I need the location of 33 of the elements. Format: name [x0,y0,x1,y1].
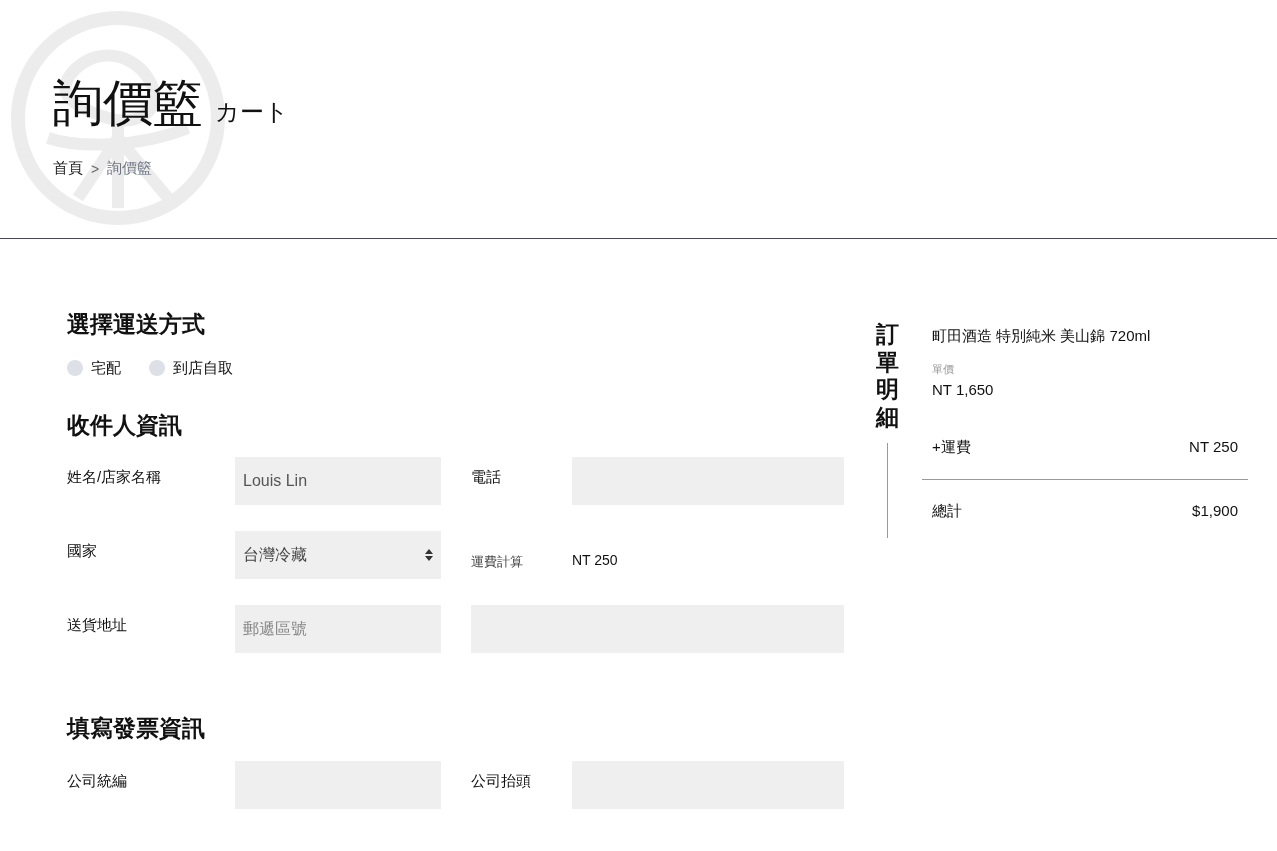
breadcrumb-separator: > [91,160,100,177]
breadcrumb-link[interactable]: 首頁 [53,159,83,178]
field-label: 送貨地址 [67,615,128,636]
total-amount: $1,900 [1192,502,1238,521]
breadcrumb-link[interactable]: 詢價籃 [107,159,153,178]
field-label: 姓名/店家名稱 [67,467,163,488]
sort-arrows-icon [425,549,433,562]
radio-label: 到店自取 [173,358,233,378]
select-value: 台灣冷藏 [243,544,307,565]
field-label: 公司抬頭 [471,770,532,791]
input-field[interactable]: 郵遞區號 [235,605,441,654]
select-field[interactable]: 台灣冷藏 [235,531,441,580]
shipping-fee: NT 250 [572,551,619,571]
page-subtitle: カート [215,98,289,127]
field-label: 國家 [67,541,98,562]
radio-label: 宅配 [91,358,121,378]
shipping-amount: NT 250 [1189,438,1238,457]
product-name: 町田酒造 特別純米 美山錦 720ml [931,327,1152,346]
section-heading: 選擇運送方式 [67,311,206,339]
order-heading: 訂單明細 [875,321,899,432]
product-price: NT 1,650 [932,381,995,398]
shipping-label: +運費 [932,438,971,457]
input-field[interactable]: Louis Lin [235,457,441,506]
field-label: 公司統編 [67,770,128,791]
radio-option[interactable]: 宅配 [67,358,121,378]
field-label: 運費計算 [471,553,524,572]
section-heading: 填寫發票資訊 [67,715,206,743]
total-label: 總計 [932,502,962,521]
radio-option[interactable]: 到店自取 [149,358,233,378]
price-label: 單價 [932,362,955,377]
page-title: 詢價籃 [53,76,203,131]
section-heading: 收件人資訊 [67,411,183,440]
field-label: 電話 [471,467,502,488]
